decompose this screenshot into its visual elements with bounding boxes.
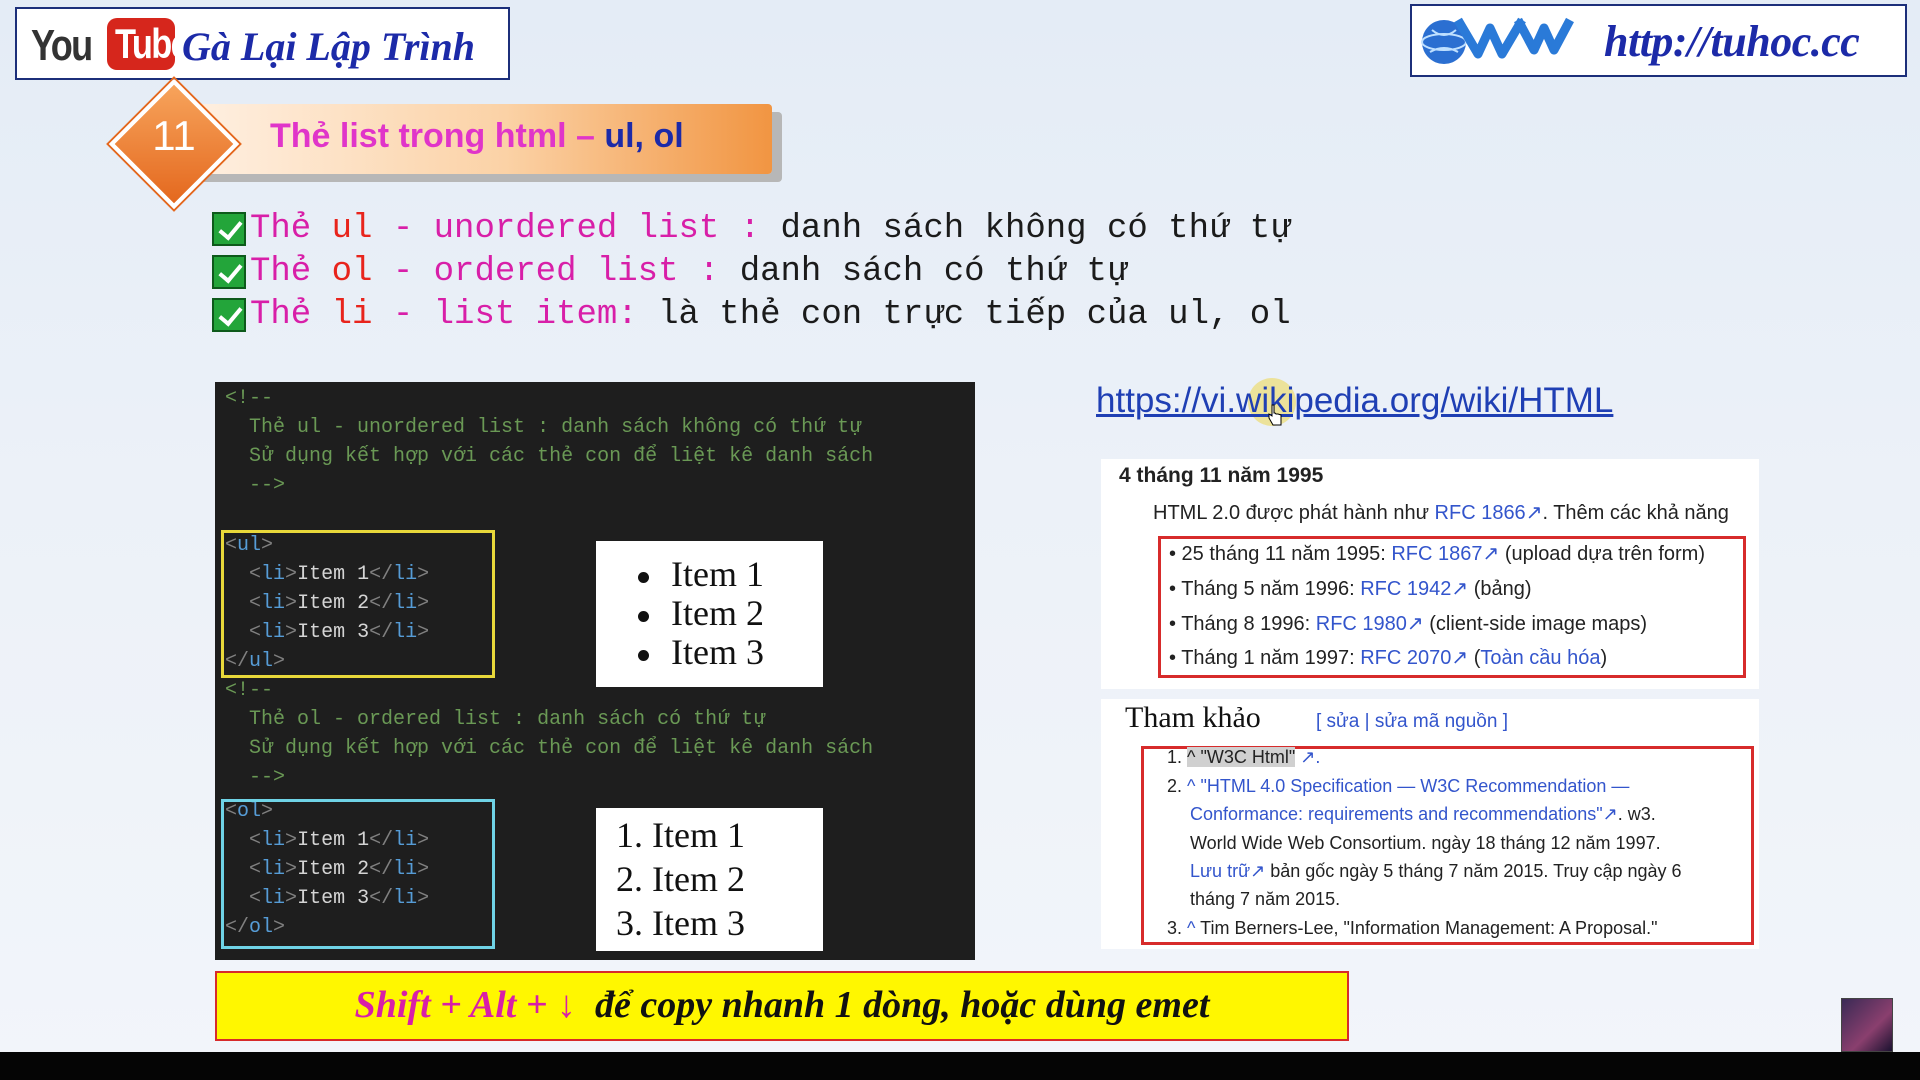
checkmark-icon <box>212 254 246 289</box>
globe-www-icon <box>1421 17 1574 64</box>
reference-item: 2. ^ "HTML 4.0 Specification — W3C Recom… <box>1167 776 1630 796</box>
reference-line: tháng 7 năm 2015. <box>1190 889 1341 909</box>
code-editor-panel: <!-- Thẻ ul - unordered list : danh sách… <box>215 382 975 960</box>
ol-code-highlight-frame <box>221 799 495 949</box>
bullet-ol: Thẻ ol - ordered list : danh sách có thứ… <box>212 250 1291 293</box>
channel-avatar <box>1841 998 1893 1052</box>
wikipedia-html-link[interactable]: https://vi.wikipedia.org/wiki/HTML <box>1096 381 1613 421</box>
website-banner: http://tuhoc.cc <box>1410 4 1907 77</box>
code-line: --> <box>249 766 286 789</box>
bullet-ul: Thẻ ul - unordered list : danh sách khôn… <box>212 207 1291 250</box>
ul-render-preview: Item 1 Item 2 Item 3 <box>596 541 823 687</box>
reference-line: Lưu trữ↗ bản gốc ngày 5 tháng 7 năm 2015… <box>1190 861 1682 881</box>
preview-list-item: 2. Item 2 <box>616 859 745 899</box>
code-line: Sử dụng kết hợp với các thẻ con để liệt … <box>249 445 874 468</box>
bullet-li: Thẻ li - list item: là thẻ con trực tiếp… <box>212 293 1291 336</box>
channel-name: Gà Lại Lập Trình <box>182 24 475 69</box>
ul-code-highlight-frame <box>221 530 495 678</box>
history-item: • Tháng 8 1996: RFC 1980↗ (client-side i… <box>1169 613 1648 635</box>
checkmark-icon <box>212 211 246 246</box>
references-edit-links[interactable]: [ sửa | sửa mã nguồn ] <box>1316 711 1508 733</box>
preview-list-item: 1. Item 1 <box>616 815 745 855</box>
reference-item: 1. ^ "W3C Html" ↗. <box>1167 747 1321 767</box>
tip-text: Shift + Alt + ↓ để copy nhanh 1 dòng, ho… <box>354 984 1210 1026</box>
code-line: Thẻ ul - unordered list : danh sách khôn… <box>249 416 862 439</box>
code-line: --> <box>249 474 286 497</box>
preview-list-item: Item 3 <box>638 631 764 673</box>
video-bottom-bar <box>0 1052 1920 1080</box>
history-item: • 25 tháng 11 năm 1995: RFC 1867↗ (uploa… <box>1169 543 1705 565</box>
code-line: Thẻ ol - ordered list : danh sách có thứ… <box>249 708 766 731</box>
reference-line: Conformance: requirements and recommenda… <box>1190 804 1656 824</box>
wiki-history-screenshot: 4 tháng 11 năm 1995 HTML 2.0 được phát h… <box>1101 459 1759 689</box>
youtube-logo-you: You <box>31 21 93 70</box>
history-intro: HTML 2.0 được phát hành như RFC 1866↗. T… <box>1153 502 1729 524</box>
checkmark-icon <box>212 297 246 332</box>
preview-list-item: Item 1 <box>638 553 764 595</box>
preview-list-item: Item 2 <box>638 592 764 634</box>
lesson-title-banner: Thẻ list trong html – ul, ol <box>180 104 772 174</box>
preview-list-item: 3. Item 3 <box>616 903 745 943</box>
lesson-title: Thẻ list trong html – ul, ol <box>270 117 684 155</box>
wiki-references-screenshot: Tham khảo [ sửa | sửa mã nguồn ] 1. ^ "W… <box>1101 699 1759 949</box>
website-url: http://tuhoc.cc <box>1604 17 1860 66</box>
youtube-channel-banner: You Tube Gà Lại Lập Trình <box>15 7 510 80</box>
history-item: • Tháng 5 năm 1996: RFC 1942↗ (bảng) <box>1169 578 1532 600</box>
references-heading: Tham khảo <box>1125 701 1261 734</box>
lesson-number: 11 <box>152 112 196 159</box>
code-line: <!-- <box>225 387 274 410</box>
keyboard-shortcut-tip: Shift + Alt + ↓ để copy nhanh 1 dòng, ho… <box>215 971 1349 1041</box>
reference-line: World Wide Web Consortium. ngày 18 tháng… <box>1190 833 1661 853</box>
reference-item: 3. ^ Tim Berners-Lee, "Information Manag… <box>1167 918 1658 938</box>
youtube-logo-tube: Tube <box>107 18 190 70</box>
history-item: • Tháng 1 năm 1997: RFC 2070↗ (Toàn cầu … <box>1169 647 1608 669</box>
hand-cursor-icon <box>1268 404 1282 426</box>
tag-definition-list: Thẻ ul - unordered list : danh sách khôn… <box>212 207 1291 336</box>
history-date: 4 tháng 11 năm 1995 <box>1119 464 1324 487</box>
code-line: <!-- <box>225 679 274 702</box>
ol-render-preview: 1. Item 1 2. Item 2 3. Item 3 <box>596 808 823 951</box>
code-line: Sử dụng kết hợp với các thẻ con để liệt … <box>249 737 874 760</box>
